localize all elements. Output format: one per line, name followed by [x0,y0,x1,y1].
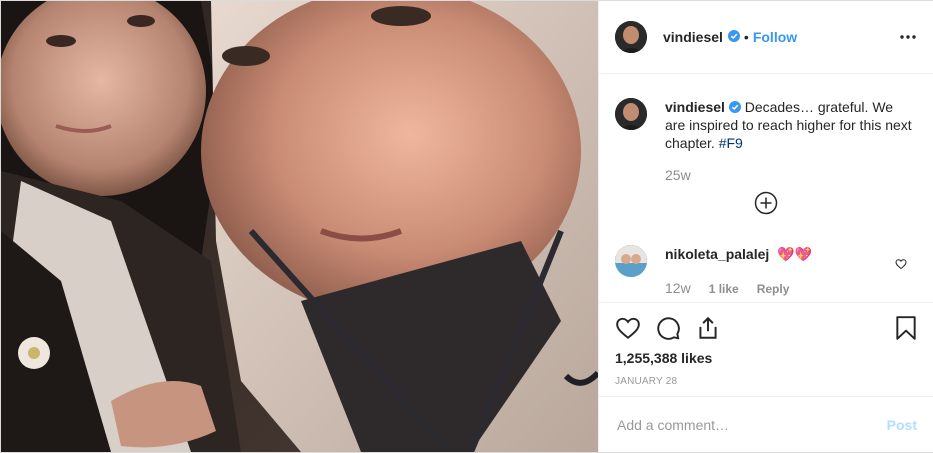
reply-username[interactable]: nikoleta_palalej [665,246,769,262]
caption-age[interactable]: 25w [665,167,691,183]
reply-comment: nikoleta_palalej 💖💖 [615,245,915,277]
reply-avatar[interactable] [615,245,647,277]
post-comment-button[interactable]: Post [887,417,917,433]
caption-avatar[interactable] [615,98,647,130]
avatar-image [615,21,647,53]
hashtag-link[interactable]: #F9 [719,135,743,151]
post-photo[interactable] [1,1,598,452]
author-avatar[interactable] [615,21,647,53]
post-side-panel: vindiesel • Follow vindiesel Decades… gr… [598,1,933,452]
comment-input[interactable] [615,416,879,434]
add-comment-bar: Post [599,396,933,453]
heart-icon[interactable] [615,315,641,341]
caption-username[interactable]: vindiesel [665,99,725,115]
like-comment-heart-icon[interactable] [895,257,907,270]
reply-text-block: nikoleta_palalej 💖💖 [665,245,812,277]
reply-likes[interactable]: 1 like [709,282,739,296]
reply-text: 💖💖 [777,246,813,262]
avatar-image [615,98,647,130]
verified-icon [728,99,745,115]
reply-meta: 12w 1 like Reply [665,280,790,296]
post-header: vindiesel • Follow [599,1,933,74]
comments-section: vindiesel Decades… grateful. We are insp… [599,74,933,301]
avatar-image [615,245,647,277]
caption-comment: vindiesel Decades… grateful. We are insp… [615,98,915,152]
more-options-icon[interactable] [899,29,917,45]
instagram-post: vindiesel • Follow vindiesel Decades… gr… [0,0,933,453]
share-icon[interactable] [695,315,721,341]
follow-button[interactable]: Follow [753,29,797,45]
likes-count[interactable]: 1,255,388 likes [615,350,712,366]
separator-dot: • [743,29,749,45]
selfie-image [1,1,598,452]
author-block: vindiesel • Follow [663,28,797,46]
load-more-icon[interactable] [754,191,778,215]
post-actions: 1,255,388 likes January 28 [599,302,933,397]
caption-text-block: vindiesel Decades… grateful. We are insp… [665,98,915,152]
author-username[interactable]: vindiesel [663,29,723,45]
post-date[interactable]: January 28 [615,376,677,387]
reply-age[interactable]: 12w [665,280,691,296]
verified-icon [727,28,740,46]
bookmark-icon[interactable] [893,315,919,341]
comment-icon[interactable] [655,315,681,341]
reply-button[interactable]: Reply [757,282,790,296]
